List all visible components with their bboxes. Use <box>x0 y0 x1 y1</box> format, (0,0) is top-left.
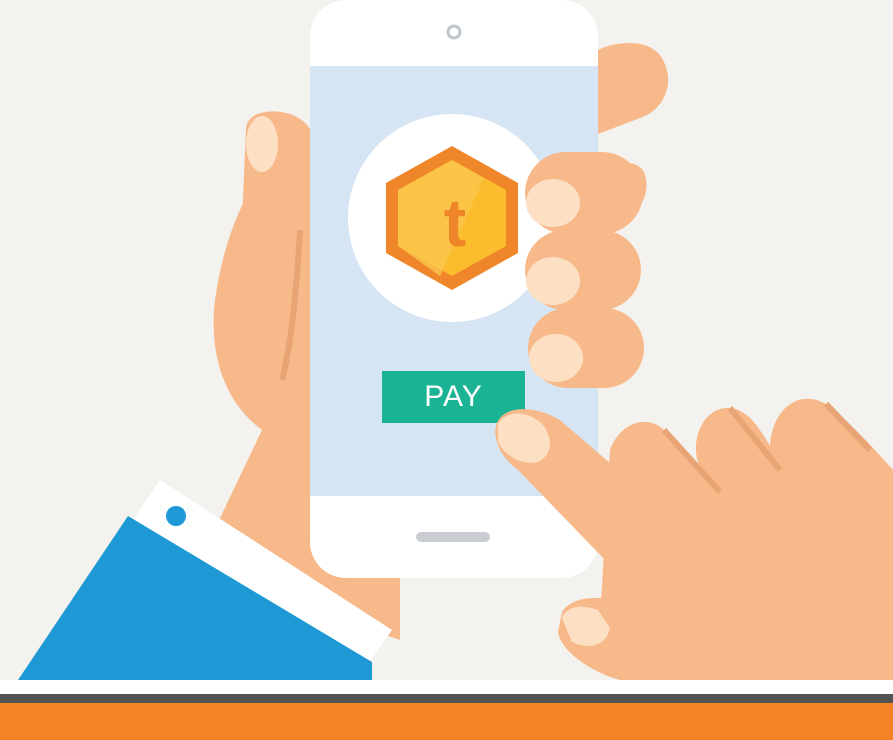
home-button <box>416 532 490 542</box>
coin-letter: t <box>444 185 467 261</box>
finger-1-nail <box>526 179 580 227</box>
finger-2-nail <box>526 257 580 305</box>
finger-3-nail <box>529 334 583 382</box>
stripe-dark <box>0 694 893 704</box>
payment-illustration: t <box>0 0 893 740</box>
thumb-nail <box>246 116 278 172</box>
stripe-orange <box>0 703 893 740</box>
cuff-button-icon <box>166 506 186 526</box>
pay-button[interactable]: PAY <box>382 371 525 423</box>
